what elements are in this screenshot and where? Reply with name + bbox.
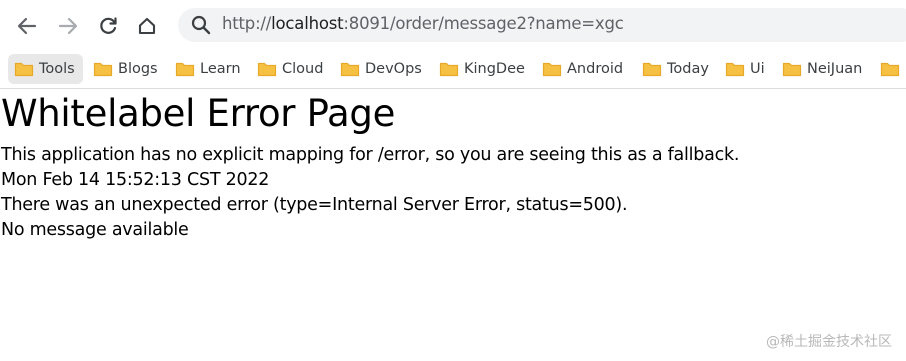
bookmarks-bar: Tools Blogs Learn Cloud DevOps KingDee A…: [0, 52, 906, 89]
bookmark-kingdee[interactable]: KingDee: [439, 54, 525, 84]
bookmark-label: KingDee: [464, 61, 525, 77]
bookmark-cloud[interactable]: Cloud: [257, 54, 323, 84]
bookmark-label: Cloud: [282, 61, 324, 77]
back-button[interactable]: [11, 10, 43, 42]
bookmark-today[interactable]: Today: [642, 54, 709, 84]
back-arrow-icon: [17, 17, 37, 35]
url-path: :8091/order/message2?name=xgc: [343, 14, 624, 33]
bookmark-label: NeiJuan: [807, 61, 863, 77]
folder-icon: [439, 62, 459, 77]
bookmark-neijuan[interactable]: NeiJuan: [782, 54, 862, 84]
bookmark-ui[interactable]: Ui: [725, 54, 765, 84]
bookmark-label: Learn: [200, 61, 241, 77]
home-icon: [138, 17, 156, 35]
folder-icon: [175, 62, 195, 77]
bookmark-overflow-folder[interactable]: [880, 54, 905, 84]
bookmark-tools[interactable]: Tools: [8, 54, 83, 84]
browser-toolbar: http://localhost:8091/order/message2?nam…: [0, 0, 906, 50]
folder-icon: [93, 62, 113, 77]
home-button[interactable]: [131, 10, 163, 42]
folder-icon: [14, 62, 34, 77]
bookmark-blogs[interactable]: Blogs: [93, 54, 158, 84]
folder-icon: [642, 62, 662, 77]
bookmark-devops[interactable]: DevOps: [340, 54, 422, 84]
bookmark-label: Today: [667, 61, 709, 77]
folder-icon: [340, 62, 360, 77]
error-message: No message available: [1, 220, 189, 240]
error-type-status: There was an unexpected error (type=Inte…: [1, 195, 628, 215]
url-host: localhost: [271, 14, 344, 33]
folder-icon: [725, 62, 745, 77]
watermark: @稀土掘金技术社区: [766, 334, 892, 350]
reload-button[interactable]: [92, 10, 124, 42]
bookmark-learn[interactable]: Learn: [175, 54, 241, 84]
folder-icon: [880, 62, 900, 77]
page-title: Whitelabel Error Page: [1, 92, 396, 135]
bookmark-label: DevOps: [365, 61, 422, 77]
address-bar[interactable]: http://localhost:8091/order/message2?nam…: [178, 8, 906, 42]
bookmark-android[interactable]: Android: [542, 54, 623, 84]
search-icon: [191, 15, 211, 35]
folder-icon: [542, 62, 562, 77]
url-text[interactable]: http://localhost:8091/order/message2?nam…: [222, 14, 624, 33]
error-timestamp: Mon Feb 14 15:52:13 CST 2022: [1, 170, 270, 190]
url-prefix: http://: [222, 14, 272, 33]
forward-button[interactable]: [52, 10, 84, 42]
bookmark-label: Blogs: [118, 61, 158, 77]
folder-icon: [257, 62, 277, 77]
fallback-explanation: This application has no explicit mapping…: [1, 145, 740, 165]
folder-icon: [782, 62, 802, 77]
reload-icon: [100, 17, 117, 34]
forward-arrow-icon: [58, 17, 78, 35]
bookmark-label: Tools: [39, 61, 75, 77]
bookmark-label: Ui: [750, 61, 765, 77]
bookmark-label: Android: [567, 61, 624, 77]
